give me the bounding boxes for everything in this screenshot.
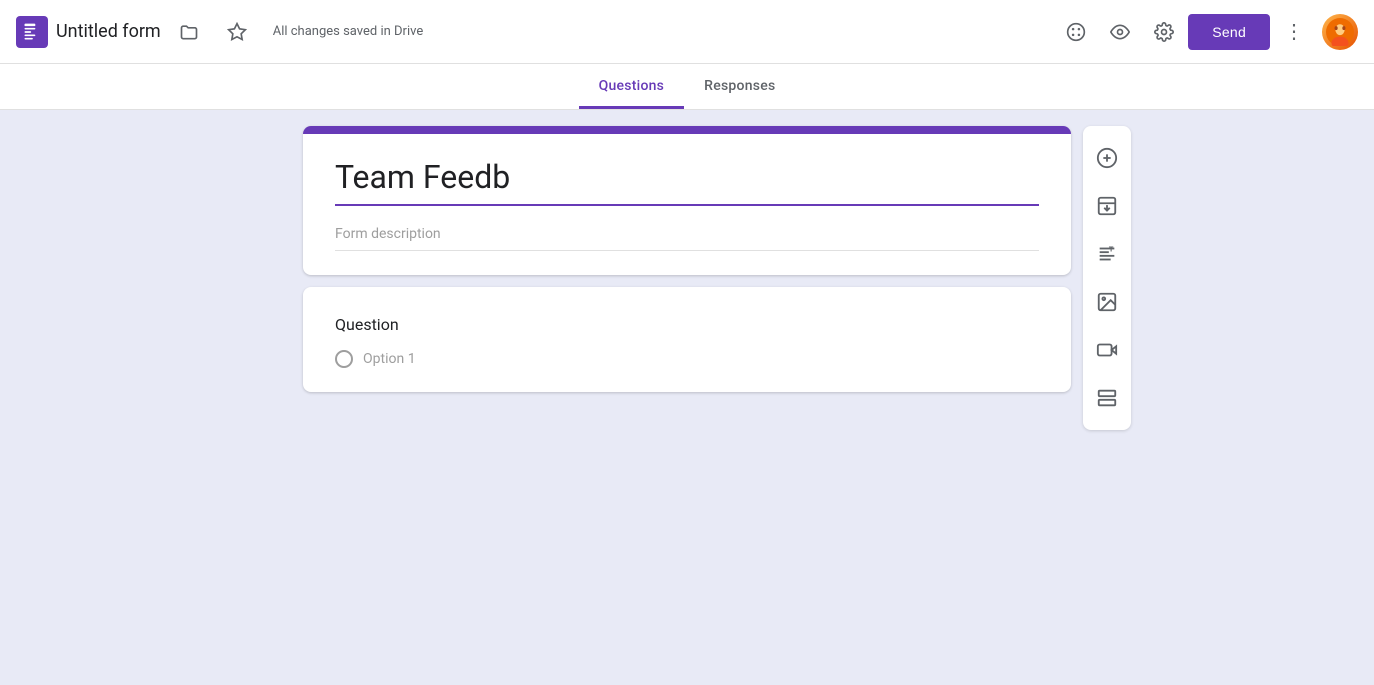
import-questions-button[interactable] bbox=[1083, 182, 1131, 230]
svg-text:T: T bbox=[1109, 244, 1114, 253]
video-icon bbox=[1096, 339, 1118, 361]
question-label: Question bbox=[335, 315, 1039, 334]
option-label: Option bbox=[363, 351, 404, 367]
section-icon bbox=[1096, 387, 1118, 409]
option-number: 1 bbox=[408, 351, 416, 367]
avatar-image bbox=[1322, 14, 1358, 50]
option-row: Option 1 bbox=[335, 350, 1039, 368]
preview-button[interactable] bbox=[1100, 12, 1140, 52]
add-title-button[interactable]: T bbox=[1083, 230, 1131, 278]
image-icon bbox=[1096, 291, 1118, 313]
add-image-button[interactable] bbox=[1083, 278, 1131, 326]
send-button[interactable]: Send bbox=[1188, 14, 1270, 50]
more-icon: ⋮ bbox=[1284, 19, 1304, 44]
star-icon bbox=[227, 22, 247, 42]
app-logo bbox=[16, 16, 48, 48]
topbar-right-actions: Send ⋮ bbox=[1056, 12, 1358, 52]
form-description-input[interactable] bbox=[335, 214, 1039, 251]
import-icon bbox=[1096, 195, 1118, 217]
save-status: All changes saved in Drive bbox=[273, 24, 424, 39]
question-card: Question Option 1 bbox=[303, 287, 1071, 392]
tab-questions[interactable]: Questions bbox=[579, 64, 685, 109]
palette-icon bbox=[1066, 22, 1086, 42]
add-video-button[interactable] bbox=[1083, 326, 1131, 374]
add-section-button[interactable] bbox=[1083, 374, 1131, 422]
user-avatar-icon bbox=[1326, 18, 1354, 46]
folder-icon bbox=[179, 22, 199, 42]
radio-option-1 bbox=[335, 350, 353, 368]
option-text-1: Option 1 bbox=[363, 351, 416, 367]
gear-icon bbox=[1154, 22, 1174, 42]
star-button[interactable] bbox=[217, 12, 257, 52]
topbar: Untitled form All changes saved in Drive bbox=[0, 0, 1374, 64]
add-question-button[interactable] bbox=[1083, 134, 1131, 182]
settings-button[interactable] bbox=[1144, 12, 1184, 52]
sidebar-tools: T bbox=[1083, 126, 1131, 430]
app-title: Untitled form bbox=[56, 21, 161, 42]
avatar[interactable] bbox=[1322, 14, 1358, 50]
form-title-input[interactable] bbox=[335, 154, 1039, 206]
customize-theme-button[interactable] bbox=[1056, 12, 1096, 52]
forms-logo-icon bbox=[22, 22, 42, 42]
more-options-button[interactable]: ⋮ bbox=[1274, 12, 1314, 52]
tabs-bar: Questions Responses bbox=[0, 64, 1374, 110]
tab-responses[interactable]: Responses bbox=[684, 64, 795, 109]
move-to-folder-button[interactable] bbox=[169, 12, 209, 52]
title-icon: T bbox=[1096, 243, 1118, 265]
form-header-card bbox=[303, 126, 1071, 275]
form-area: Question Option 1 bbox=[303, 126, 1071, 669]
main-content: Question Option 1 bbox=[0, 110, 1374, 685]
add-question-icon bbox=[1096, 147, 1118, 169]
eye-icon bbox=[1110, 22, 1130, 42]
